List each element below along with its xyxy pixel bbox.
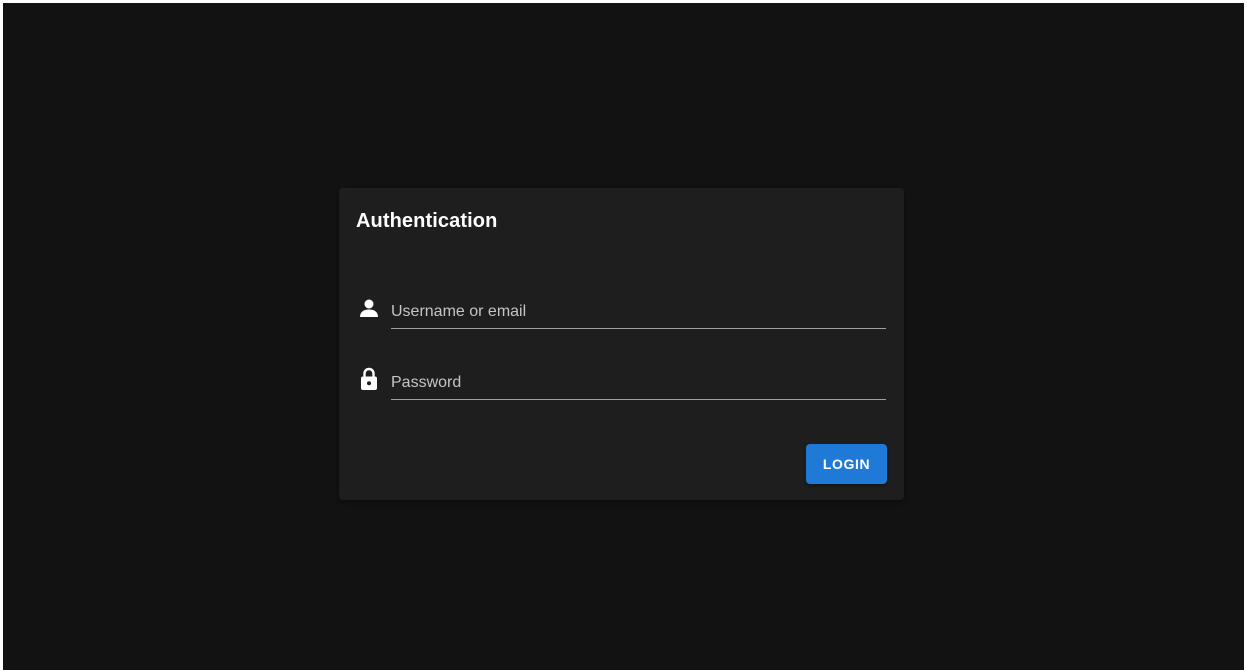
password-field — [356, 366, 886, 400]
password-input[interactable] — [391, 366, 886, 400]
login-card: Authentication LOGIN — [339, 188, 904, 500]
app-background: Authentication LOGIN — [3, 3, 1244, 670]
person-icon — [358, 297, 380, 319]
username-input[interactable] — [391, 295, 886, 329]
login-button[interactable]: LOGIN — [806, 444, 887, 484]
lock-icon — [358, 367, 380, 390]
username-field — [356, 295, 886, 329]
card-title: Authentication — [356, 210, 498, 232]
